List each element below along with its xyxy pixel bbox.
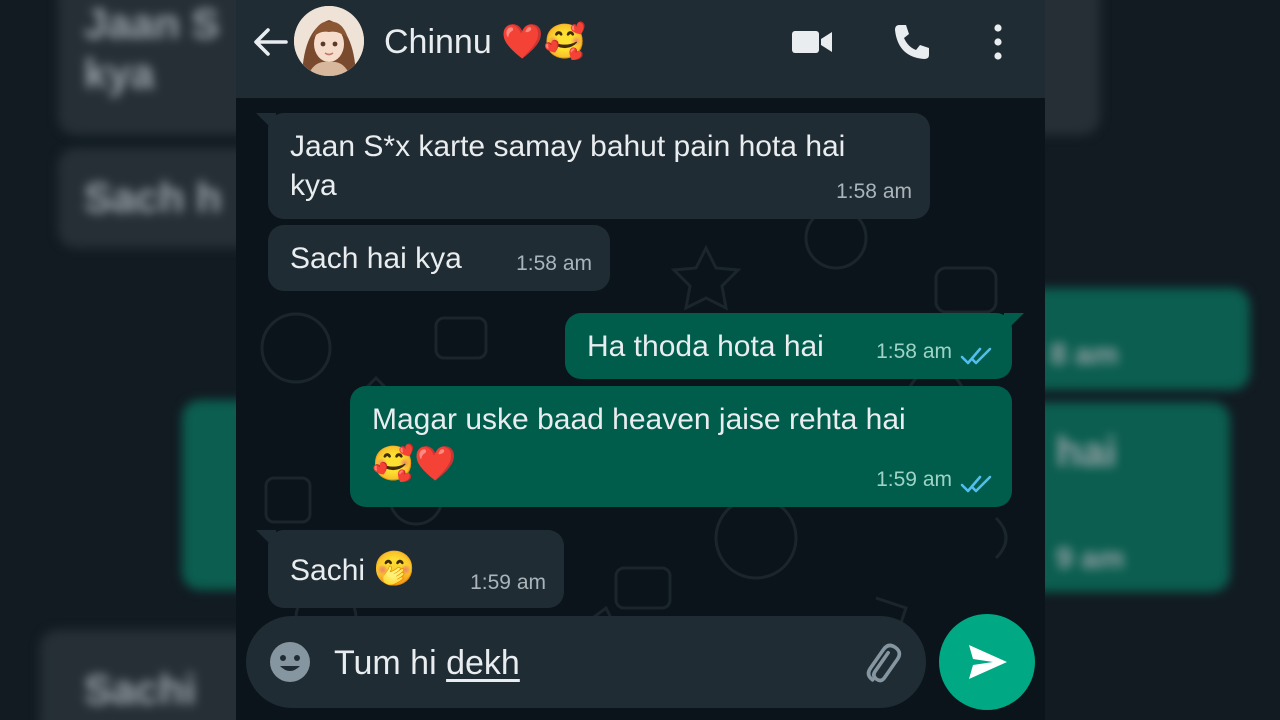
message-time: 1:58 am bbox=[836, 180, 912, 203]
message-bubble-incoming[interactable]: Sach hai kya 1:58 am bbox=[268, 225, 610, 291]
message-emoji: 🤭 bbox=[373, 549, 416, 589]
message-time: 1:59 am bbox=[876, 468, 952, 491]
contact-name-text: Chinnu bbox=[384, 23, 492, 61]
send-button[interactable] bbox=[939, 614, 1035, 710]
input-text: Tum hi bbox=[334, 644, 447, 682]
bubble-tail bbox=[256, 113, 276, 133]
message-line: Jaan S*x karte samay bahut pain hota hai bbox=[290, 130, 846, 163]
input-text-underlined: dekh bbox=[446, 644, 520, 682]
avatar-picture bbox=[294, 6, 364, 76]
bubble-tail bbox=[256, 530, 276, 550]
message-input[interactable]: Tum hi dekh bbox=[334, 644, 520, 683]
contact-name[interactable]: Chinnu ❤️🥰 bbox=[384, 22, 586, 62]
attach-icon[interactable] bbox=[858, 640, 906, 688]
message-text: Sach hai kya bbox=[290, 242, 462, 275]
backdrop-bubble: hai 9 am bbox=[1020, 402, 1230, 592]
message-bubble-incoming[interactable]: Jaan S*x karte samay bahut pain hota hai… bbox=[256, 113, 930, 219]
double-check-icon bbox=[960, 347, 992, 365]
message-line: Magar uske baad heaven jaise rehta hai bbox=[372, 403, 906, 436]
message-bubble-outgoing[interactable]: Magar uske baad heaven jaise rehta hai 🥰… bbox=[350, 386, 1012, 507]
message-text: Sachi 🤭 bbox=[290, 550, 416, 590]
message-bubble-outgoing[interactable]: Ha thoda hota hai 1:58 am bbox=[565, 313, 1024, 379]
message-text: Ha thoda hota hai bbox=[587, 330, 824, 363]
bubble-tail bbox=[1004, 313, 1024, 333]
phone-icon[interactable] bbox=[890, 20, 934, 64]
contact-name-emoji: ❤️🥰 bbox=[501, 22, 586, 62]
message-time: 1:58 am bbox=[516, 252, 592, 275]
message-bubble-incoming[interactable]: Sachi 🤭 1:59 am bbox=[256, 530, 564, 608]
message-time: 1:58 am bbox=[876, 340, 952, 363]
message-text: Jaan S*x karte samay bahut pain hota hai… bbox=[290, 127, 845, 205]
emoji-icon[interactable] bbox=[268, 640, 312, 684]
send-icon bbox=[969, 645, 1007, 679]
backdrop-bubble: Sachi bbox=[40, 630, 260, 720]
message-line: Sachi bbox=[290, 554, 366, 587]
back-arrow-icon[interactable] bbox=[250, 22, 290, 62]
backdrop-bubble: 8 am bbox=[1020, 288, 1250, 390]
double-check-icon bbox=[960, 475, 992, 493]
chat-window: Chinnu ❤️🥰 Jaan S*x karte samay bahut pa… bbox=[236, 0, 1045, 720]
video-call-icon[interactable] bbox=[790, 20, 834, 64]
message-input-bar: Tum hi dekh bbox=[246, 616, 926, 708]
message-line: kya bbox=[290, 169, 337, 202]
contact-avatar[interactable] bbox=[294, 6, 364, 76]
chat-header: Chinnu ❤️🥰 bbox=[236, 0, 1045, 98]
message-emoji: 🥰❤️ bbox=[372, 444, 457, 484]
message-text: Magar uske baad heaven jaise rehta hai 🥰… bbox=[372, 400, 906, 489]
message-time: 1:59 am bbox=[470, 571, 546, 594]
more-options-icon[interactable] bbox=[976, 20, 1020, 64]
